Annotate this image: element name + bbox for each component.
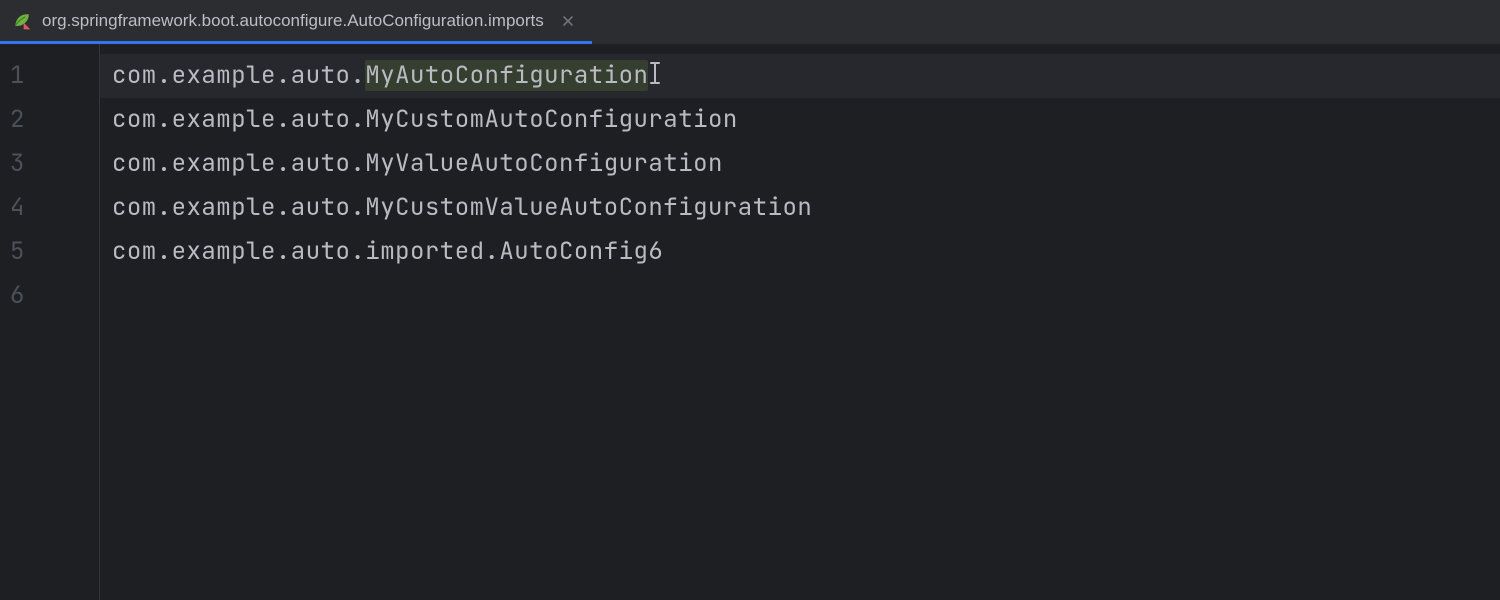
code-text: com.example.auto.MyCustomValueAutoConfig… [112, 192, 812, 223]
line-number: 4 [0, 186, 99, 230]
code-editor[interactable]: com.example.auto.MyAutoConfigurationcom.… [100, 44, 1500, 600]
code-line[interactable] [100, 274, 1500, 318]
tab-bar: org.springframework.boot.autoconfigure.A… [0, 0, 1500, 44]
spring-leaf-icon [12, 11, 32, 31]
tab-label: org.springframework.boot.autoconfigure.A… [42, 11, 544, 31]
code-text: com.example.auto.MyValueAutoConfiguratio… [112, 148, 723, 179]
text-cursor-icon [648, 57, 662, 101]
code-text: com.example.auto. [112, 60, 365, 91]
code-line[interactable]: com.example.auto.MyCustomValueAutoConfig… [100, 186, 1500, 230]
editor-area: 123456 com.example.auto.MyAutoConfigurat… [0, 44, 1500, 600]
code-line[interactable]: com.example.auto.imported.AutoConfig6 [100, 230, 1500, 274]
line-number: 3 [0, 142, 99, 186]
line-number: 6 [0, 274, 99, 318]
code-text: com.example.auto.MyCustomAutoConfigurati… [112, 104, 738, 135]
code-text: com.example.auto.imported.AutoConfig6 [112, 236, 663, 267]
line-number: 2 [0, 98, 99, 142]
line-number: 5 [0, 230, 99, 274]
close-icon[interactable] [560, 13, 576, 29]
code-line[interactable]: com.example.auto.MyAutoConfiguration [100, 54, 1500, 98]
code-line[interactable]: com.example.auto.MyValueAutoConfiguratio… [100, 142, 1500, 186]
identifier-highlight: MyAutoConfiguration [365, 60, 648, 91]
line-number-gutter: 123456 [0, 44, 100, 600]
code-line[interactable]: com.example.auto.MyCustomAutoConfigurati… [100, 98, 1500, 142]
line-number: 1 [0, 54, 99, 98]
active-tab[interactable]: org.springframework.boot.autoconfigure.A… [0, 0, 592, 44]
